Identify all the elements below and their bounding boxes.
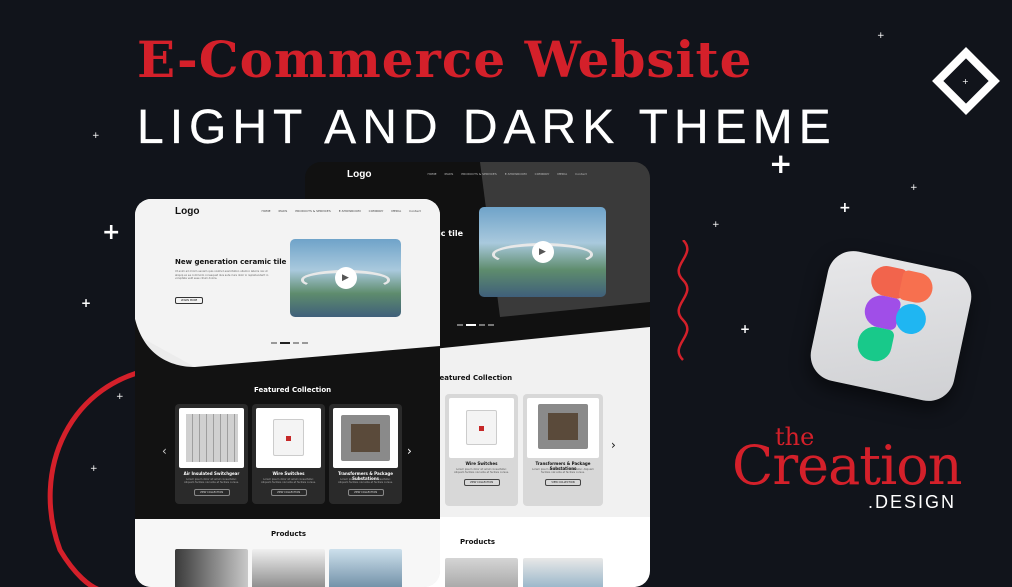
product-card[interactable]: Wire Switches Lorem ipsum dolor sit amet… — [252, 404, 325, 504]
plus-sparkle-icon: + — [877, 31, 885, 41]
nav-contact[interactable]: Contact — [575, 172, 587, 176]
plus-sparkle-icon: + — [769, 147, 793, 180]
plus-sparkle-icon: + — [81, 296, 92, 310]
view-collection-button[interactable]: VIEW COLLECTION — [270, 489, 307, 496]
nav-ipads[interactable]: IPADS — [445, 172, 454, 176]
nav-eshowroom[interactable]: E-SHOWROOM — [505, 172, 527, 176]
carousel-dots — [457, 324, 494, 326]
plus-sparkle-icon: + — [712, 220, 720, 230]
hero-description: Ut enim ad minim veniam quis nostrud exe… — [175, 270, 269, 280]
featured-title: Featured Collection — [435, 374, 513, 382]
logo[interactable]: Logo — [347, 169, 371, 180]
plus-sparkle-icon: + — [116, 392, 124, 402]
prev-arrow-icon[interactable]: ‹ — [162, 444, 167, 458]
product-card[interactable]: Air Insulated Switchgear Lorem ipsum dol… — [175, 404, 248, 504]
view-collection-button[interactable]: VIEW COLLECTION — [347, 489, 384, 496]
headline-primary: E-Commerce Website — [137, 30, 753, 89]
brand-design: .DESIGN — [868, 492, 957, 512]
plus-sparkle-icon: + — [839, 200, 851, 216]
product-thumbnail[interactable] — [252, 549, 325, 587]
products-title: Products — [460, 538, 496, 546]
product-thumbnail[interactable] — [175, 549, 248, 587]
plus-sparkle-icon: + — [740, 322, 751, 336]
product-card[interactable]: Wire Switches Lorem ipsum dolor sit amet… — [445, 394, 518, 506]
nav-company[interactable]: COMPANY — [535, 172, 550, 176]
nav-contact[interactable]: Contact — [409, 209, 421, 213]
play-icon[interactable]: ▶ — [334, 267, 357, 289]
product-thumbnail[interactable] — [329, 549, 402, 587]
nav-eshowroom[interactable]: E-SHOWROOM — [339, 209, 361, 213]
learn-more-button[interactable]: LEARN MORE — [175, 297, 203, 304]
light-theme-mockup: Logo HOME IPADS PRODUCTS & SERVICES E-SH… — [135, 199, 440, 587]
plus-sparkle-icon: + — [90, 464, 98, 474]
nav-ipads[interactable]: IPADS — [279, 209, 288, 213]
brand-creation: Creation — [732, 434, 963, 497]
nav-products[interactable]: PRODUCTS & SERVICES — [461, 172, 496, 176]
carousel-dots — [271, 342, 308, 344]
hero-title: New generation ceramic tile — [175, 258, 287, 266]
logo[interactable]: Logo — [175, 206, 199, 217]
nav-home[interactable]: HOME — [261, 209, 270, 213]
hero-title: ic tile — [438, 229, 464, 238]
plus-sparkle-icon: + — [92, 131, 100, 141]
plus-sparkle-icon: + — [910, 183, 918, 193]
featured-title: Featured Collection — [254, 386, 332, 394]
view-collection-button[interactable]: VIEW COLLECTION — [545, 479, 581, 486]
nav-company[interactable]: COMPANY — [369, 209, 384, 213]
products-title: Products — [271, 530, 307, 538]
nav-media[interactable]: MEDIA — [557, 172, 567, 176]
headline-secondary: LIGHT AND DARK THEME — [137, 101, 837, 154]
nav-products[interactable]: PRODUCTS & SERVICES — [295, 209, 330, 213]
red-wave-decoration — [677, 240, 689, 361]
figma-logo-icon — [805, 246, 977, 406]
product-thumbnail[interactable] — [445, 558, 518, 587]
product-card[interactable]: Transformers & Package Substations Lorem… — [329, 404, 402, 504]
next-arrow-icon[interactable]: › — [611, 438, 616, 452]
plus-sparkle-icon: + — [962, 77, 969, 86]
nav-media[interactable]: MEDIA — [391, 209, 401, 213]
view-collection-button[interactable]: VIEW COLLECTION — [193, 489, 230, 496]
nav-home[interactable]: HOME — [427, 172, 436, 176]
product-thumbnail[interactable] — [523, 558, 603, 587]
product-card[interactable]: Transformers & Package Substations Lorem… — [523, 394, 603, 506]
hero-video[interactable]: ▶ — [290, 239, 401, 317]
play-icon[interactable]: ▶ — [531, 241, 554, 263]
hero-video[interactable]: ▶ — [479, 207, 606, 297]
plus-sparkle-icon: + — [102, 220, 121, 245]
view-collection-button[interactable]: VIEW COLLECTION — [463, 479, 500, 486]
next-arrow-icon[interactable]: › — [407, 444, 412, 458]
